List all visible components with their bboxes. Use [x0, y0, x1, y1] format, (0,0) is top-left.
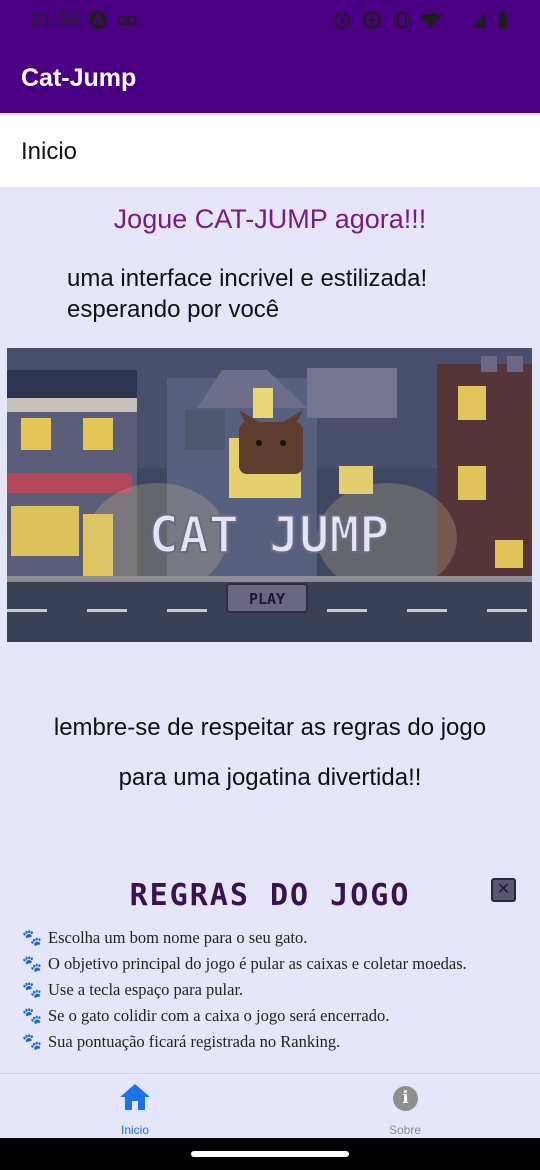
bottom-nav: Inicio i Sobre	[0, 1073, 540, 1138]
a-badge-icon	[88, 10, 108, 35]
system-nav-bar	[0, 1138, 540, 1170]
vibrate-icon	[392, 10, 412, 35]
game-screenshot: CAT JUMP PLAY	[7, 348, 532, 642]
headline: Jogue CAT-JUMP agora!!!	[113, 204, 427, 234]
rule-item: 🐾 Se o gato colidir com a caixa o jogo se…	[22, 1003, 467, 1029]
reminder-line-2: para uma jogatina divertida!!	[118, 764, 422, 791]
voicemail-icon	[116, 10, 138, 35]
rules-panel: REGRAS DO JOGO ✕ 🐾 Escolha um bom nome pa…	[0, 868, 540, 1073]
rule-item: 🐾 Sua pontuação ficará registrada no Rank…	[22, 1029, 467, 1055]
data-saver-icon	[362, 10, 382, 35]
reminder-text: lembre-se de respeitar as regras do jogo…	[0, 703, 540, 803]
app-title: Cat-Jump	[21, 64, 137, 92]
subtitle-line-2: esperando por você	[67, 296, 280, 323]
status-time: 21:34	[30, 9, 81, 31]
wifi-icon	[420, 10, 442, 35]
signal-icon	[470, 10, 488, 35]
paw-icon: 🐾	[22, 982, 42, 999]
nav-label-inicio: Inicio	[120, 1123, 149, 1137]
play-label: PLAY	[249, 590, 285, 608]
alarm-icon	[332, 10, 352, 35]
nav-item-inicio[interactable]: Inicio	[75, 1074, 195, 1139]
home-gesture-bar[interactable]	[191, 1151, 349, 1157]
rule-item: 🐾 Escolha um bom nome para o seu gato.	[22, 925, 467, 951]
rules-list: 🐾 Escolha um bom nome para o seu gato. 🐾 O…	[22, 925, 467, 1055]
subtitle-line-1: uma interface incrivel e estilizada!	[67, 265, 428, 292]
battery-icon	[497, 10, 509, 35]
status-bar: 21:34	[0, 0, 540, 40]
close-icon: ✕	[491, 878, 516, 902]
subtitle: uma interface incrivel e estilizada! esp…	[67, 263, 427, 325]
menu-icon	[507, 356, 523, 372]
help-icon	[481, 356, 497, 372]
paw-icon: 🐾	[22, 956, 42, 973]
paw-icon: 🐾	[22, 1034, 42, 1051]
info-icon: i	[393, 1086, 418, 1111]
home-icon	[118, 1082, 152, 1117]
nav-item-sobre[interactable]: i Sobre	[345, 1074, 465, 1139]
paw-icon: 🐾	[22, 1008, 42, 1025]
page-header: Inicio	[0, 116, 540, 187]
app-bar: Cat-Jump	[0, 40, 540, 113]
rule-item: 🐾 O objetivo principal do jogo é pular as…	[22, 951, 467, 977]
reminder-line-1: lembre-se de respeitar as regras do jogo	[53, 714, 487, 741]
rule-item: 🐾 Use a tecla espaço para pular.	[22, 977, 467, 1003]
nav-label-sobre: Sobre	[388, 1123, 422, 1137]
game-logo: CAT JUMP	[149, 506, 390, 564]
page-title: Inicio	[21, 138, 78, 165]
paw-icon: 🐾	[22, 930, 42, 947]
rules-title: REGRAS DO JOGO	[129, 878, 411, 913]
